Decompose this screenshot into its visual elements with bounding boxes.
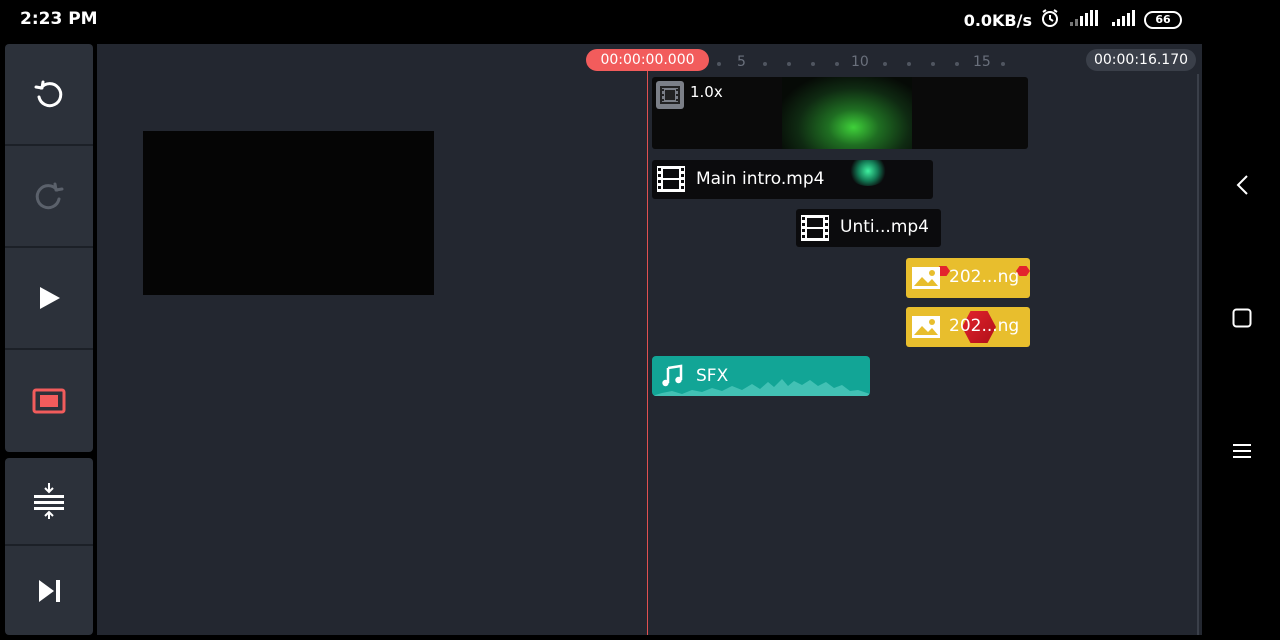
main-video-clip[interactable]: 1.0x: [652, 77, 1028, 149]
compress-tracks-icon: [32, 481, 66, 521]
redo-button[interactable]: [5, 146, 93, 248]
ruler-tick-15: 15: [973, 54, 991, 70]
layer-video-clip-untitled[interactable]: Unti...mp4: [796, 209, 941, 247]
play-button[interactable]: [5, 248, 93, 350]
ruler-dot: [955, 62, 959, 66]
toolbar-group-bottom: [5, 458, 93, 635]
recents-button[interactable]: [1228, 439, 1256, 467]
signal-icon-1: [1068, 9, 1102, 31]
ruler-dot: [883, 62, 887, 66]
back-button[interactable]: [1228, 173, 1256, 201]
skip-end-icon: [36, 578, 62, 604]
android-nav-bar: [1202, 0, 1280, 640]
audio-waveform: [652, 379, 870, 396]
ruler-dot: [907, 62, 911, 66]
current-time-indicator[interactable]: 00:00:00.000: [586, 49, 709, 71]
ruler-dot: [811, 62, 815, 66]
ruler-tick-5: 5: [737, 54, 746, 70]
clip-speed-label: 1.0x: [690, 83, 723, 101]
undo-button[interactable]: [5, 44, 93, 146]
network-speed: 0.0KB/s: [963, 10, 1032, 30]
skip-to-end-button[interactable]: [5, 546, 93, 635]
ruler-dot: [717, 62, 721, 66]
clip-name: Unti...mp4: [840, 217, 929, 237]
alarm-icon: [1040, 8, 1060, 32]
clip-name: 202...ng: [949, 316, 1020, 336]
back-chevron-icon: [1235, 174, 1249, 200]
ruler-dot: [763, 62, 767, 66]
ruler-dot: [1001, 62, 1005, 66]
status-time: 2:23 PM: [20, 9, 98, 29]
clip-thumbnail-glow: [848, 160, 888, 186]
image-icon: [911, 266, 941, 290]
music-note-icon: [660, 364, 684, 388]
ruler-dot: [931, 62, 935, 66]
total-duration: 00:00:16.170: [1086, 49, 1196, 71]
undo-icon: [32, 77, 66, 111]
layer-video-clip-main-intro[interactable]: Main intro.mp4: [652, 160, 933, 199]
video-thumbnail: [782, 77, 912, 149]
menu-lines-icon: [1232, 442, 1252, 464]
timeline-playhead[interactable]: [647, 71, 648, 635]
status-indicators: 0.0KB/s 66: [964, 8, 1182, 32]
clip-name: 202...ng: [949, 267, 1020, 287]
status-bar: 2:23 PM 0.0KB/s 66: [0, 0, 1202, 38]
ruler-tick-10: 10: [851, 54, 869, 70]
ruler-dot: [835, 62, 839, 66]
image-icon: [911, 315, 941, 339]
left-toolbar: [5, 44, 93, 635]
signal-icon-2: [1110, 9, 1136, 31]
preview-screen-icon: [32, 388, 66, 414]
clip-name: Main intro.mp4: [696, 169, 825, 189]
battery-indicator: 66: [1144, 11, 1182, 29]
video-preview[interactable]: [143, 131, 434, 295]
toolbar-group-top: [5, 44, 93, 452]
fullscreen-preview-button[interactable]: [5, 350, 93, 452]
timeline-right-edge: [1197, 74, 1199, 635]
track-height-button[interactable]: [5, 458, 93, 546]
audio-clip-sfx[interactable]: SFX: [652, 356, 870, 396]
layer-image-clip-2[interactable]: 202...ng: [906, 307, 1030, 347]
kinemaster-editor-screen: 2:23 PM 0.0KB/s 66 5 10 15 00:00:00.000 …: [0, 0, 1280, 640]
editor-workspace: 5 10 15 00:00:00.000 00:00:16.170 1.0x M…: [97, 44, 1202, 635]
film-icon: [656, 165, 686, 193]
play-icon: [36, 285, 62, 311]
redo-icon: [32, 179, 66, 213]
home-button[interactable]: [1228, 306, 1256, 334]
film-icon: [656, 81, 684, 109]
layer-image-clip-1[interactable]: 202...ng: [906, 258, 1030, 298]
ruler-dot: [787, 62, 791, 66]
home-square-icon: [1232, 308, 1252, 332]
clip-name: SFX: [696, 366, 729, 386]
film-icon: [800, 214, 830, 242]
